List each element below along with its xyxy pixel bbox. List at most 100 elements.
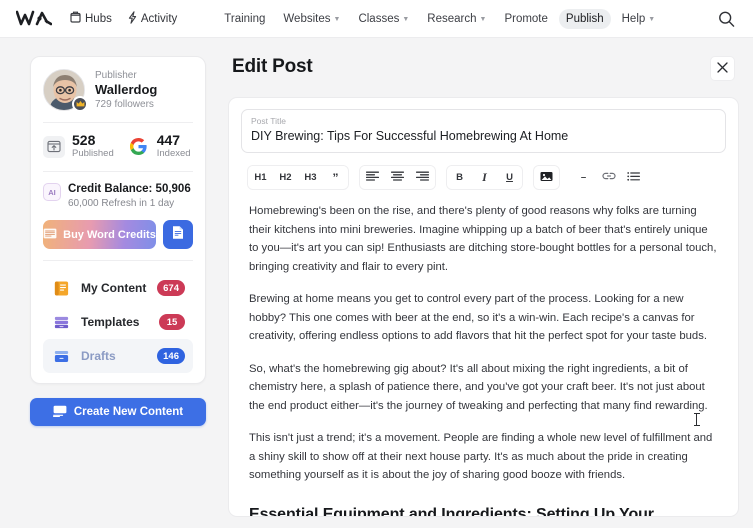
italic-button[interactable]: I [472, 166, 497, 189]
align-center-button[interactable] [385, 166, 410, 189]
create-new-content-button[interactable]: Create New Content [30, 398, 206, 426]
credit-refresh-note: 60,000 Refresh in 1 day [68, 198, 175, 209]
credits-icon [43, 228, 57, 242]
nav-help[interactable]: Help ▼ [615, 9, 663, 29]
nav-activity[interactable]: Activity [128, 10, 177, 27]
nav-publish[interactable]: Publish [558, 8, 611, 29]
toolbar-group-headings: H1 H2 H3 ” [247, 165, 349, 190]
nav-promote[interactable]: Promote [497, 9, 554, 29]
insert-image-button[interactable] [534, 166, 559, 189]
nav-left-group: Hubs Activity [70, 10, 177, 27]
post-title-label: Post Title [251, 116, 286, 126]
bullet-list-button[interactable] [621, 166, 646, 189]
nav-help-label: Help [621, 12, 646, 25]
stat-published[interactable]: 528 Published [43, 133, 114, 160]
avatar-wrapper [43, 69, 88, 112]
my-content-badge: 674 [157, 280, 185, 296]
stat-indexed-label: Indexed [156, 148, 191, 159]
list-icon [627, 171, 640, 185]
stat-published-label: Published [72, 148, 114, 159]
profile-role: Publisher [95, 70, 137, 81]
chevron-down-icon: ▼ [402, 16, 410, 23]
nav-websites-label: Websites [283, 12, 331, 25]
buy-word-credits-button[interactable]: Buy Word Credits [43, 220, 156, 249]
nav-research-label: Research [427, 12, 477, 25]
nav-research[interactable]: Research ▼ [420, 9, 493, 29]
page-body: Publisher Wallerdog 729 followers 528 Pu… [0, 38, 753, 528]
document-icon-button[interactable] [163, 220, 193, 249]
toolbar-group-image [533, 165, 560, 190]
sidebar-item-drafts-label: Drafts [81, 349, 116, 363]
sidebar-item-drafts[interactable]: Drafts 146 [43, 339, 193, 373]
divider [43, 260, 193, 261]
blockquote-button[interactable]: ” [323, 166, 348, 189]
chevron-down-icon: ▼ [648, 16, 656, 23]
align-left-button[interactable] [360, 166, 385, 189]
underline-glyph: U [506, 172, 513, 183]
templates-drawer-icon [51, 312, 71, 332]
sidebar-nav-list: My Content 674 Templates 15 Drafts 146 [43, 271, 193, 373]
nav-training-label: Training [224, 12, 266, 25]
new-content-icon [52, 405, 67, 420]
crown-icon [72, 96, 88, 112]
ai-chip-icon: AI [43, 183, 61, 201]
nav-training[interactable]: Training [217, 9, 272, 29]
profile-summary[interactable]: Publisher Wallerdog 729 followers [43, 69, 193, 112]
nav-center-group: Training Websites ▼ Classes ▼ Research ▼… [217, 8, 663, 29]
body-paragraph: Homebrewing's been on the rise, and ther… [249, 205, 717, 273]
heading-1-button[interactable]: H1 [248, 166, 273, 189]
sidebar-item-templates[interactable]: Templates 15 [43, 305, 193, 339]
chevron-down-icon: ▼ [479, 16, 487, 23]
toolbar-group-align [359, 165, 436, 190]
chevron-down-icon: ▼ [333, 16, 341, 23]
profile-name: Wallerdog [95, 82, 158, 97]
toolbar-group-format: B I U [446, 165, 523, 190]
post-body-editor[interactable]: Homebrewing's been on the rise, and ther… [241, 200, 726, 517]
hub-icon [70, 11, 81, 26]
search-icon[interactable] [718, 10, 735, 27]
buy-word-credits-label: Buy Word Credits [63, 228, 156, 241]
top-navigation-bar: Hubs Activity Training Websites ▼ Classe… [0, 0, 753, 38]
stat-indexed-value: 447 [156, 132, 181, 148]
sidebar: Publisher Wallerdog 729 followers 528 Pu… [0, 38, 218, 528]
sidebar-card: Publisher Wallerdog 729 followers 528 Pu… [30, 56, 206, 384]
close-button[interactable] [710, 56, 735, 81]
sidebar-item-my-content-label: My Content [81, 281, 147, 295]
heading-2-button[interactable]: H2 [273, 166, 298, 189]
google-icon [128, 136, 150, 158]
text-cursor [693, 413, 700, 426]
nav-hubs[interactable]: Hubs [70, 11, 112, 26]
divider [43, 171, 193, 172]
nav-promote-label: Promote [504, 12, 548, 25]
insert-link-button[interactable] [596, 166, 621, 189]
italic-glyph: I [482, 170, 487, 184]
post-title-field[interactable]: Post Title DIY Brewing: Tips For Success… [241, 109, 726, 153]
body-paragraph: So, what's the homebrewing gig about? It… [249, 362, 708, 412]
create-new-content-label: Create New Content [73, 406, 184, 418]
body-paragraph: This isn't just a trend; it's a movement… [249, 432, 713, 481]
wa-logo[interactable] [16, 10, 52, 27]
nav-classes[interactable]: Classes ▼ [351, 9, 416, 29]
nav-hubs-label: Hubs [85, 12, 112, 25]
align-center-icon [390, 171, 405, 185]
sidebar-item-my-content[interactable]: My Content 674 [43, 271, 193, 305]
align-right-button[interactable] [410, 166, 435, 189]
credit-balance-block: AI Credit Balance: 50,906 60,000 Refresh… [43, 182, 193, 211]
horizontal-rule-button[interactable]: – [571, 166, 596, 189]
close-icon [717, 60, 728, 78]
nav-websites[interactable]: Websites ▼ [276, 9, 347, 29]
align-right-icon [415, 171, 430, 185]
bold-button[interactable]: B [447, 166, 472, 189]
underline-button[interactable]: U [497, 166, 522, 189]
body-heading: Essential Equipment and Ingredients: Set… [249, 505, 654, 517]
templates-badge: 15 [159, 314, 185, 330]
profile-followers: 729 followers [95, 99, 154, 110]
post-title-input[interactable]: DIY Brewing: Tips For Successful Homebre… [251, 127, 716, 145]
publish-upload-icon [43, 135, 65, 158]
drafts-drawer-icon [51, 346, 71, 366]
lightning-icon [128, 10, 137, 27]
credit-balance-title: Credit Balance: 50,906 [68, 183, 191, 195]
stat-indexed[interactable]: 447 Indexed [128, 133, 191, 160]
heading-3-button[interactable]: H3 [298, 166, 323, 189]
align-left-icon [365, 171, 380, 185]
